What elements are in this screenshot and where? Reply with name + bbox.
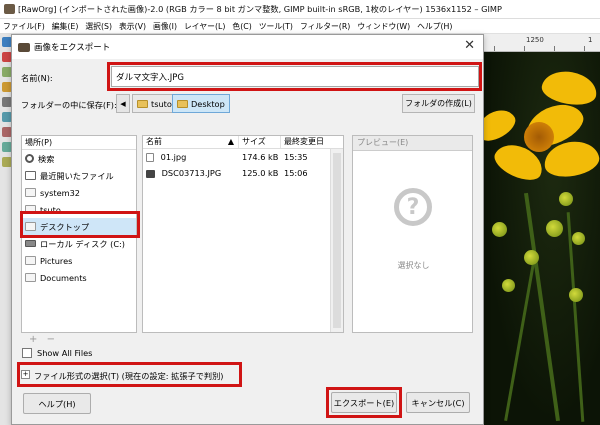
create-folder-button[interactable]: フォルダの作成(L) [402, 94, 475, 113]
search-icon [25, 154, 34, 163]
file-list-scrollbar[interactable] [330, 149, 343, 332]
preview-header: プレビュー(E) [353, 136, 472, 151]
close-icon[interactable]: ✕ [464, 39, 475, 53]
expander-plus-icon[interactable]: + [21, 370, 30, 379]
gimp-title-bar: [RawOrg] (インポートされた画像)-2.0 (RGB カラー 8 bit… [0, 0, 600, 19]
export-button[interactable]: エクスポート(E) [331, 392, 397, 413]
menu-help[interactable]: ヘルプ(H) [417, 21, 452, 32]
file-list: 名前 ▲ サイズ 最終変更日 01.jpg 174.6 kB 15:35 DSC… [142, 135, 344, 333]
folder-icon [25, 273, 36, 282]
ruler-label: 1 [588, 36, 593, 44]
ruler-label: 1250 [526, 36, 544, 44]
folder-icon [25, 256, 36, 265]
places-header: 場所(P) [22, 136, 136, 150]
file-row[interactable]: 01.jpg 174.6 kB 15:35 [143, 149, 343, 165]
place-search[interactable]: 検索 [22, 150, 136, 167]
menu-file[interactable]: ファイル(F) [3, 21, 45, 32]
gimp-window-title: [RawOrg] (インポートされた画像)-2.0 (RGB カラー 8 bit… [18, 4, 502, 14]
dialog-title-bar: 画像をエクスポート ✕ [12, 35, 483, 59]
help-button[interactable]: ヘルプ(H) [23, 393, 91, 414]
path-segment-tsuto[interactable]: tsuto [132, 94, 177, 113]
save-in-label: フォルダーの中に保存(F): [21, 100, 117, 110]
add-place-button[interactable]: + [29, 334, 37, 345]
place-documents[interactable]: Documents [22, 269, 136, 286]
gimp-menubar: ファイル(F) 編集(E) 選択(S) 表示(V) 画像(I) レイヤー(L) … [0, 19, 600, 34]
filename-input[interactable] [111, 66, 479, 87]
scroll-thumb[interactable] [333, 153, 341, 328]
menu-windows[interactable]: ウィンドウ(W) [357, 21, 410, 32]
folder-icon [177, 99, 188, 108]
show-all-files-label: Show All Files [37, 348, 93, 358]
horizontal-ruler: 1250 1 [484, 34, 600, 52]
column-size[interactable]: サイズ [239, 136, 281, 148]
preview-empty-text: 選択なし [397, 261, 430, 270]
preview-panel: プレビュー(E) ? 選択なし [352, 135, 473, 333]
place-desktop[interactable]: デスクトップ [22, 218, 136, 235]
sort-up-icon: ▲ [227, 137, 234, 146]
folder-icon [137, 99, 148, 108]
column-modified[interactable]: 最終変更日 [281, 136, 331, 148]
image-canvas[interactable] [484, 52, 600, 425]
path-back-button[interactable]: ◀ [116, 94, 130, 113]
dialog-title: 画像をエクスポート [34, 43, 111, 53]
places-panel: 場所(P) 検索 最近開いたファイル system32 tsuto デスクトップ… [21, 135, 137, 333]
menu-image[interactable]: 画像(I) [153, 21, 177, 32]
folder-icon [25, 188, 36, 197]
file-row[interactable]: DSC03713.JPG 125.0 kB 15:06 [143, 165, 343, 181]
name-label: 名前(N): [21, 73, 53, 83]
flower-center [524, 122, 554, 152]
cancel-button[interactable]: キャンセル(C) [406, 392, 470, 413]
folder-icon [25, 205, 36, 214]
file-type-selector[interactable]: ファイル形式の選択(T) (現在の設定: 拡張子で判別) [34, 370, 224, 382]
recent-icon [25, 171, 36, 180]
menu-filters[interactable]: フィルター(R) [300, 21, 350, 32]
photo-file-icon [146, 169, 155, 178]
menu-select[interactable]: 選択(S) [85, 21, 112, 32]
folder-icon [25, 222, 36, 231]
show-all-files-checkbox[interactable] [22, 348, 32, 358]
gimp-logo-icon [4, 4, 15, 14]
drive-icon [25, 240, 36, 247]
place-pictures[interactable]: Pictures [22, 252, 136, 269]
file-list-header: 名前 ▲ サイズ 最終変更日 [143, 136, 343, 149]
question-mark-icon: ? [394, 188, 432, 226]
menu-edit[interactable]: 編集(E) [52, 21, 79, 32]
column-name[interactable]: 名前 ▲ [143, 136, 239, 148]
remove-place-button[interactable]: − [47, 334, 55, 345]
path-segment-desktop[interactable]: Desktop [172, 94, 230, 113]
menu-color[interactable]: 色(C) [232, 21, 251, 32]
place-system32[interactable]: system32 [22, 184, 136, 201]
menu-view[interactable]: 表示(V) [119, 21, 146, 32]
places-toolbar: + − [21, 334, 137, 349]
export-dialog: 画像をエクスポート ✕ 名前(N): フォルダーの中に保存(F): ◀ tsut… [11, 34, 484, 425]
place-recent[interactable]: 最近開いたファイル [22, 167, 136, 184]
gimp-dialog-icon [18, 42, 30, 52]
menu-tools[interactable]: ツール(T) [259, 21, 293, 32]
place-tsuto[interactable]: tsuto [22, 201, 136, 218]
place-local-disk[interactable]: ローカル ディスク (C:) [22, 235, 136, 252]
menu-layer[interactable]: レイヤー(L) [184, 21, 225, 32]
image-file-icon [146, 153, 154, 162]
